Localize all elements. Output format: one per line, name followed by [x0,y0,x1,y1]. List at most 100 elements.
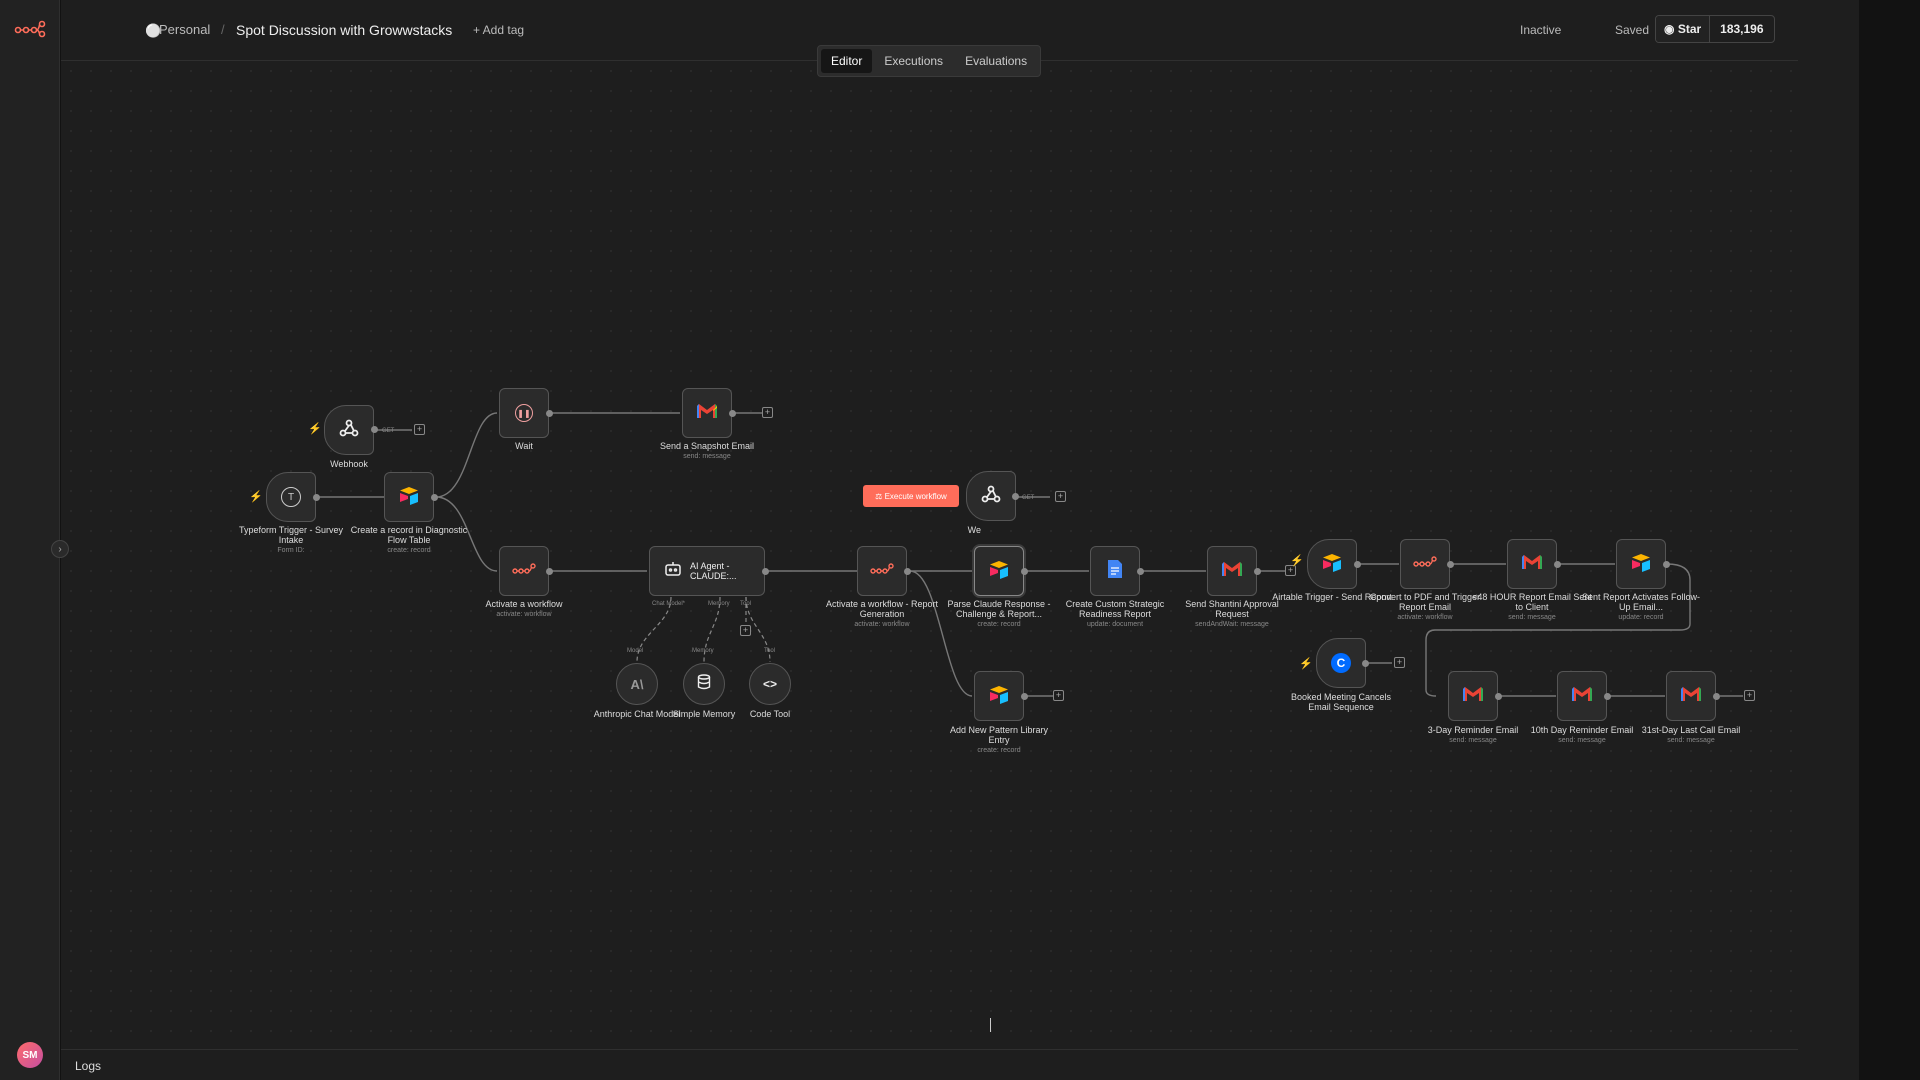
node-gmail-snapshot[interactable] [682,388,732,438]
output-handle[interactable] [1495,693,1502,700]
node-label: Wait [515,441,533,451]
connector-tag: Memory [692,648,714,654]
tab-editor[interactable]: Editor [821,49,873,73]
database-icon [697,673,711,695]
node-anthropic-chat-model[interactable]: A\ [616,663,658,705]
node-webhook-2[interactable] [966,471,1016,521]
output-handle[interactable] [729,410,736,417]
output-handle[interactable] [904,568,911,575]
node-3-day-reminder[interactable] [1448,671,1498,721]
output-handle[interactable] [1021,568,1028,575]
node-label: Typeform Trigger - Survey Intake Form ID: [238,525,344,554]
node-typeform-trigger[interactable]: T [266,472,316,522]
gmail-icon [1680,686,1702,707]
gmail-icon [1462,686,1484,707]
text-cursor [990,1018,991,1032]
add-node-button[interactable]: + [1053,690,1064,701]
workflow-title[interactable]: Spot Discussion with Growwstacks [236,22,452,38]
pause-icon: ❚❚ [515,404,533,422]
connector-tag: GET [1022,495,1035,501]
node-label: 10th Day Reminder Email send: message [1530,725,1634,744]
connector-tag: Model [627,648,644,654]
active-toggle-status[interactable]: Inactive [1520,23,1561,37]
flask-icon: ⚖ [875,491,885,501]
output-handle[interactable] [1713,693,1720,700]
node-31-day-last-call[interactable] [1666,671,1716,721]
tab-evaluations[interactable]: Evaluations [955,49,1037,73]
github-icon: ◉ [1664,22,1678,36]
output-handle[interactable] [546,568,553,575]
node-ai-agent[interactable]: AI Agent - CLAUDE:... [649,546,765,596]
n8n-logo-icon[interactable] [14,16,46,40]
node-convert-pdf[interactable] [1400,539,1450,589]
node-wait[interactable]: ❚❚ [499,388,549,438]
logs-label: Logs [75,1059,102,1073]
project-breadcrumb[interactable]: Personal [159,22,210,37]
output-handle[interactable] [1604,693,1611,700]
left-sidebar [0,0,60,1080]
node-approval-request[interactable] [1207,546,1257,596]
output-handle[interactable] [371,426,378,433]
execute-workflow-button[interactable]: ⚖ Execute workflow [863,485,959,507]
gmail-icon [1571,686,1593,707]
output-handle[interactable] [313,494,320,501]
webhook-icon [338,417,360,444]
node-label: Parse Claude Response - Challenge & Repo… [947,599,1051,628]
node-parse-claude-response[interactable] [974,546,1024,596]
output-handle[interactable] [1663,561,1670,568]
output-handle[interactable] [1554,561,1561,568]
add-node-button[interactable]: + [1394,657,1405,668]
output-handle[interactable] [1447,561,1454,568]
user-avatar[interactable]: SM [17,1042,43,1068]
node-label: 31st-Day Last Call Email send: message [1641,725,1741,744]
node-48-hour-email[interactable] [1507,539,1557,589]
node-activate-report-generation[interactable] [857,546,907,596]
node-airtable-create-record[interactable] [384,472,434,522]
sidebar-expand-button[interactable]: › [51,540,69,558]
output-handle[interactable] [1021,693,1028,700]
gmail-icon [696,403,718,424]
node-add-pattern-library[interactable] [974,671,1024,721]
connector-tag: Tool [740,601,752,607]
n8n-icon [512,562,536,581]
airtable-icon [988,684,1010,709]
output-handle[interactable] [1362,660,1369,667]
add-node-button[interactable]: + [1744,690,1755,701]
output-handle[interactable] [1012,493,1019,500]
node-label: Code Tool [749,709,791,719]
robot-icon [664,561,682,582]
logs-panel-bar[interactable]: Logs [61,1049,1798,1080]
airtable-icon [988,559,1010,584]
output-handle[interactable] [546,410,553,417]
save-status: Saved [1615,23,1650,37]
node-10-day-reminder[interactable] [1557,671,1607,721]
connector-tag: GET [382,428,395,434]
node-calendly-trigger[interactable]: C [1316,638,1366,688]
star-count: 183,196 [1720,22,1764,36]
output-handle[interactable] [1354,561,1361,568]
add-node-button[interactable]: + [1055,491,1066,502]
airtable-icon [398,485,420,510]
node-code-tool[interactable]: <> [749,663,791,705]
output-handle[interactable] [1254,568,1261,575]
node-activate-workflow[interactable] [499,546,549,596]
add-tool-button[interactable]: + [740,625,751,636]
github-star-button[interactable]: ◉ Star 183,196 [1655,15,1775,43]
tab-executions[interactable]: Executions [874,49,953,73]
output-handle[interactable] [762,568,769,575]
gmail-icon [1221,561,1243,582]
output-handle[interactable] [1137,568,1144,575]
webhook-icon [980,483,1002,510]
breadcrumb-separator: / [221,22,225,37]
node-label: <48 HOUR Report Email Sent to Client send… [1472,592,1592,621]
add-node-button[interactable]: + [414,424,425,435]
node-webhook[interactable] [324,405,374,455]
node-simple-memory[interactable] [683,663,725,705]
output-handle[interactable] [431,494,438,501]
add-tag-button[interactable]: + Add tag [473,23,524,37]
node-airtable-trigger[interactable] [1307,539,1357,589]
node-followup-update[interactable] [1616,539,1666,589]
gdocs-icon [1107,559,1123,584]
add-node-button[interactable]: + [762,407,773,418]
node-create-report-doc[interactable] [1090,546,1140,596]
